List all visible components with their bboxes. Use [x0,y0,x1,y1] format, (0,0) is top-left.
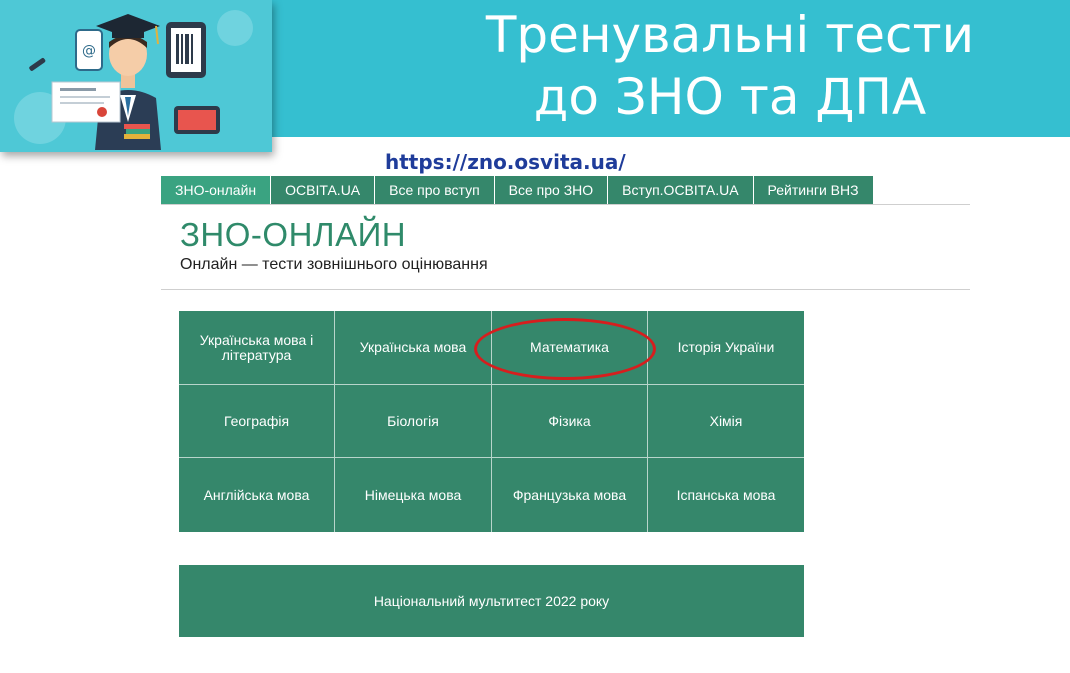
nav-item-about-zno[interactable]: Все про ЗНО [494,176,609,204]
subject-ukrainian-language[interactable]: Українська мова [335,311,492,385]
subject-mathematics[interactable]: Математика [492,311,648,385]
nav-divider [161,204,970,205]
nav-item-osvita-ua[interactable]: ОСВІТА.UA [271,176,376,204]
page-subtitle: Онлайн — тести зовнішнього оцінювання [180,256,488,273]
subject-spanish[interactable]: Іспанська мова [648,458,804,532]
nav-item-admission[interactable]: Все про вступ [375,176,495,204]
subject-chemistry[interactable]: Хімія [648,385,804,458]
subject-german[interactable]: Німецька мова [335,458,492,532]
nav-item-zno-online[interactable]: ЗНО-онлайн [161,176,272,204]
subject-ukrainian-language-literature[interactable]: Українська мова і література [179,311,335,385]
national-multitest-label: Національний мультитест 2022 року [373,593,610,609]
header-divider [161,289,970,290]
nav-item-university-ratings[interactable]: Рейтинги ВНЗ [753,176,873,204]
subject-french[interactable]: Французька мова [492,458,648,532]
national-multitest-button[interactable]: Національний мультитест 2022 року [179,565,804,637]
site-url-link[interactable]: https://zno.osvita.ua/ [385,150,626,174]
subject-physics[interactable]: Фізика [492,385,648,458]
page-title: ЗНО-ОНЛАЙН [180,216,407,253]
slide-title: Тренувальні тести до ЗНО та ДПА [400,4,1060,128]
top-nav: ЗНО-онлайн ОСВІТА.UA Все про вступ Все п… [161,176,873,204]
subject-english[interactable]: Англійська мова [179,458,335,532]
subjects-grid: Українська мова і література Українська … [179,311,804,532]
slide-title-line1: Тренувальні тести [485,6,975,64]
slide-title-line2: до ЗНО та ДПА [533,68,927,126]
svg-text:@: @ [82,43,96,59]
nav-item-vstup-osvita[interactable]: Вступ.ОСВІТА.UA [608,176,754,204]
subject-biology[interactable]: Біологія [335,385,492,458]
illustration-svg: @ [14,10,253,150]
subject-history-of-ukraine[interactable]: Історія України [648,311,804,385]
graduate-with-devices-icon: @ [0,0,272,152]
subject-geography[interactable]: Географія [179,385,335,458]
